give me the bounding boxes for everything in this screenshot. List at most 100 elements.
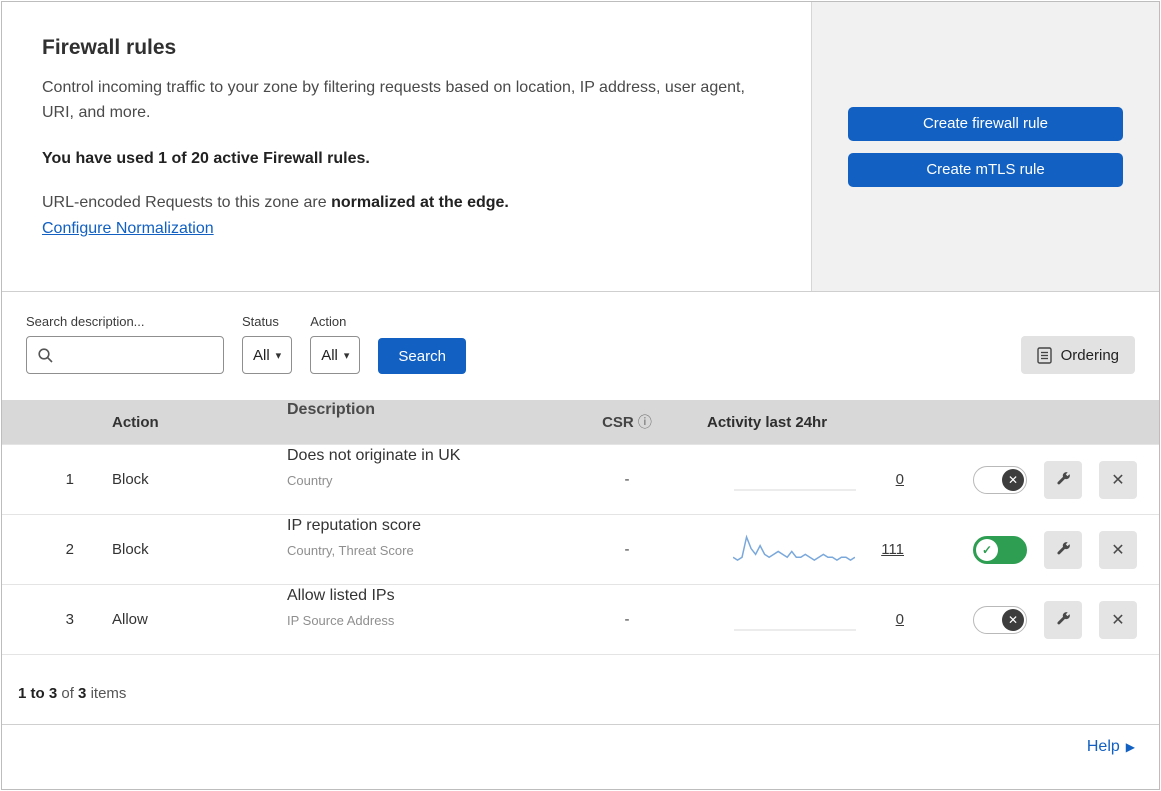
activity-count-link[interactable]: 0 [882, 471, 904, 488]
normalization-text: URL-encoded Requests to this zone are [42, 193, 332, 211]
items-range: 1 to 3 [18, 685, 58, 702]
toggle-knob-icon: ✕ [1002, 608, 1024, 631]
toggle-knob-icon: ✕ [1002, 468, 1024, 491]
overview-text-panel: Firewall rules Control incoming traffic … [2, 2, 812, 291]
csr-header-label: CSR [602, 414, 634, 431]
items-count: 3 [78, 685, 87, 702]
search-input-wrapper [26, 336, 224, 374]
table-body: 1 Block Does not originate in UK Country… [2, 444, 1159, 655]
configure-normalization-link[interactable]: Configure Normalization [42, 220, 214, 238]
normalization-note: URL-encoded Requests to this zone are no… [42, 194, 771, 212]
rule-priority: 2 [65, 541, 74, 558]
action-column-header: Action [112, 413, 159, 431]
rule-priority: 3 [65, 611, 74, 628]
wrench-icon [1056, 542, 1070, 555]
rule-enabled-toggle[interactable]: ✓ [973, 535, 1027, 564]
action-filter-group: Action All ▾ [310, 314, 361, 374]
action-selected-value: All [321, 346, 338, 364]
firewall-rules-page: Firewall rules Control incoming traffic … [1, 1, 1160, 790]
rule-enabled-toggle[interactable]: ✕ [973, 605, 1027, 634]
close-icon: ✕ [1111, 541, 1125, 559]
rule-description: Does not originate in UK [287, 446, 461, 464]
action-select[interactable]: All ▾ [310, 336, 361, 374]
usage-summary: You have used 1 of 20 active Firewall ru… [42, 149, 370, 167]
delete-rule-button[interactable]: ✕ [1099, 600, 1137, 639]
create-mtls-rule-button[interactable]: Create mTLS rule [848, 152, 1123, 187]
rule-activity-cell: 0 [677, 602, 932, 638]
table-row: 1 Block Does not originate in UK Country… [2, 444, 1159, 514]
description-column-header: Description [287, 400, 376, 418]
items-label: items [90, 685, 127, 702]
table-header-row: Action Description CSR ⓘ Activity last 2… [2, 400, 1159, 444]
search-input[interactable] [61, 345, 211, 365]
ordering-button[interactable]: Ordering [1020, 336, 1135, 374]
chevron-down-icon: ▾ [275, 349, 282, 362]
rule-csr-value: - [624, 611, 630, 628]
rule-activity-cell: 111 [677, 532, 932, 568]
help-arrow-icon: ▶ [1125, 740, 1135, 754]
rule-controls: ✓ ✕ [932, 530, 1159, 569]
search-label: Search description... [26, 314, 145, 329]
close-icon: ✕ [1111, 611, 1125, 629]
delete-rule-button[interactable]: ✕ [1099, 530, 1137, 569]
table-row: 3 Allow Allow listed IPs IP Source Addre… [2, 584, 1159, 654]
action-label: Action [310, 314, 347, 329]
help-link[interactable]: Help ▶ [1087, 738, 1135, 756]
chevron-down-icon: ▾ [343, 349, 350, 362]
ordering-icon [1036, 346, 1052, 364]
rule-controls: ✕ ✕ [932, 460, 1159, 499]
rule-csr-value: - [624, 541, 630, 558]
rule-description-cell: Allow listed IPs IP Source Address [267, 584, 577, 632]
help-link-label: Help [1086, 738, 1120, 755]
rules-table: Action Description CSR ⓘ Activity last 2… [2, 400, 1159, 655]
info-icon[interactable]: ⓘ [638, 414, 652, 430]
rule-priority: 1 [65, 471, 74, 488]
activity-count-link[interactable]: 0 [882, 611, 904, 628]
edit-rule-button[interactable] [1044, 530, 1082, 569]
edit-rule-button[interactable] [1044, 460, 1082, 499]
close-icon: ✕ [1111, 471, 1125, 489]
activity-sparkline [734, 602, 856, 638]
activity-sparkline [733, 532, 856, 568]
toggle-knob-icon: ✓ [976, 538, 998, 561]
overview-section: Firewall rules Control incoming traffic … [2, 2, 1159, 292]
activity-count-link[interactable]: 111 [881, 541, 904, 558]
help-bar: Help ▶ [2, 725, 1159, 769]
rule-description: IP reputation score [287, 516, 422, 534]
rule-activity-cell: 0 [677, 462, 932, 498]
csr-column-header: CSR ⓘ [577, 412, 677, 432]
delete-rule-button[interactable]: ✕ [1099, 460, 1137, 499]
rule-action: Block [112, 471, 149, 488]
rule-description: Allow listed IPs [287, 586, 395, 604]
table-row: 2 Block IP reputation score Country, Thr… [2, 514, 1159, 584]
rule-action: Allow [112, 611, 148, 628]
ordering-button-label: Ordering [1060, 346, 1119, 364]
filter-bar: Search description... Status All ▾ Actio… [2, 292, 1159, 400]
edit-rule-button[interactable] [1044, 600, 1082, 639]
status-select[interactable]: All ▾ [242, 336, 293, 374]
rule-fields: IP Source Address [287, 613, 395, 629]
pagination-summary: 1 to 3 of 3 items [2, 655, 1159, 725]
rule-controls: ✕ ✕ [932, 600, 1159, 639]
normalization-bold-text: normalized at the edge. [331, 193, 509, 211]
wrench-icon [1056, 612, 1070, 625]
status-filter-group: Status All ▾ [242, 314, 293, 374]
search-button[interactable]: Search [378, 338, 466, 374]
rule-enabled-toggle[interactable]: ✕ [973, 465, 1027, 494]
rule-csr-value: - [624, 471, 630, 488]
create-firewall-rule-button[interactable]: Create firewall rule [848, 106, 1123, 141]
wrench-icon [1056, 472, 1070, 485]
rule-description-cell: IP reputation score Country, Threat Scor… [267, 514, 577, 562]
rule-fields: Country [287, 473, 333, 489]
rule-action: Block [112, 541, 149, 558]
status-label: Status [242, 314, 279, 329]
items-of-label: of [61, 685, 74, 702]
activity-sparkline [734, 462, 856, 498]
rule-description-cell: Does not originate in UK Country [267, 444, 577, 492]
activity-column-header: Activity last 24hr [707, 413, 828, 431]
search-group: Search description... [26, 314, 224, 374]
search-icon [38, 348, 53, 363]
status-selected-value: All [253, 346, 270, 364]
page-title: Firewall rules [42, 36, 177, 59]
rule-fields: Country, Threat Score [287, 543, 414, 559]
